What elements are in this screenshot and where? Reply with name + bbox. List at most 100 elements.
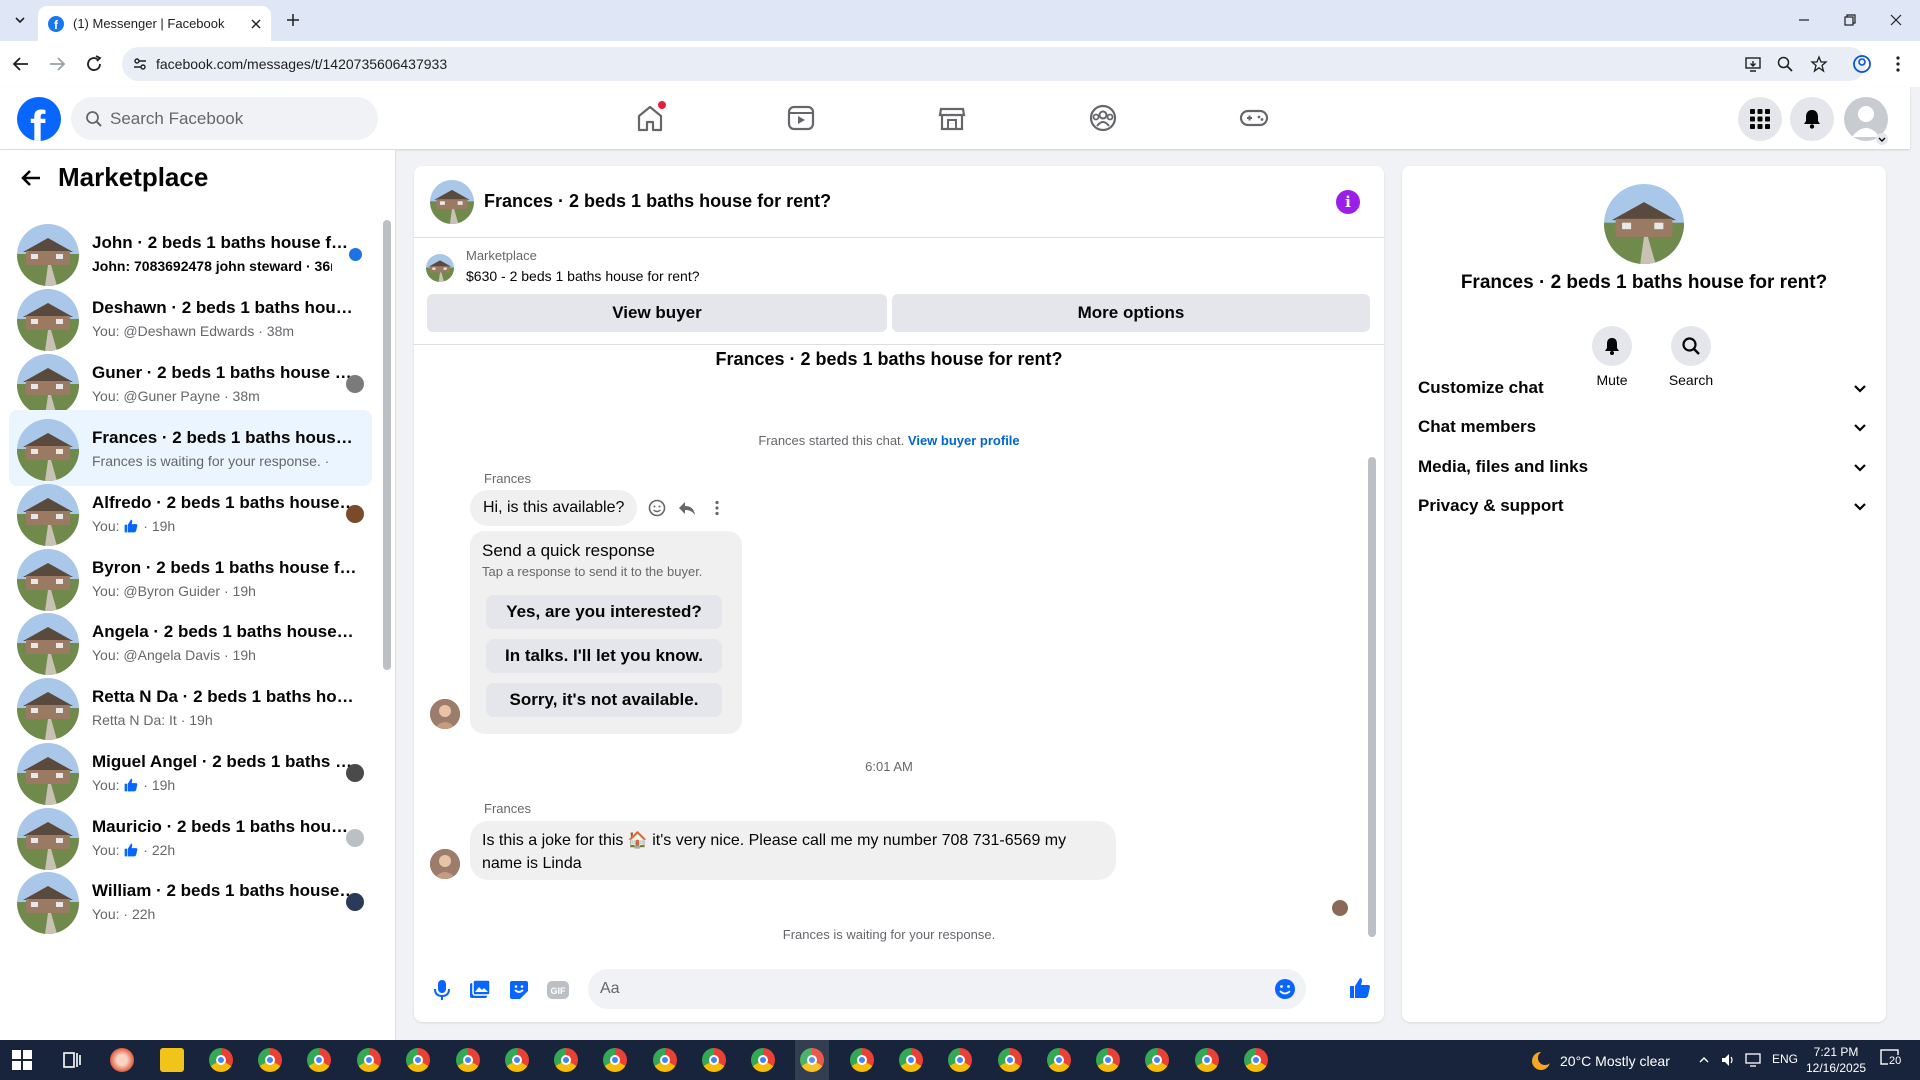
conversation-title: William · 2 beds 1 baths house for rent?: [92, 881, 357, 900]
site-info-icon[interactable]: [132, 56, 148, 72]
language-indicator[interactable]: ENG: [1772, 1052, 1798, 1066]
tab-search-button[interactable]: [9, 9, 31, 31]
quick-reply-button[interactable]: Yes, are you interested?: [486, 595, 722, 629]
chrome-icon[interactable]: [505, 1048, 529, 1072]
chrome-icon[interactable]: [948, 1048, 972, 1072]
quick-reply-button[interactable]: Sorry, it's not available.: [486, 683, 722, 717]
thumbs-up-icon[interactable]: [1348, 976, 1372, 1000]
back-arrow-icon[interactable]: [20, 167, 42, 189]
network-icon[interactable]: [1745, 1052, 1763, 1068]
marketplace-sidebar: Marketplace John · 2 beds 1 baths house …: [0, 150, 396, 1040]
forward-arrow-icon[interactable]: [45, 52, 69, 76]
view-buyer-button[interactable]: View buyer: [427, 294, 887, 332]
chrome-icon[interactable]: [554, 1048, 578, 1072]
sender-avatar[interactable]: [430, 699, 460, 729]
groups-icon[interactable]: [1086, 101, 1120, 135]
notifications-button[interactable]: [1790, 97, 1834, 141]
windows-start-icon[interactable]: [12, 1050, 32, 1070]
chrome-icon[interactable]: [1195, 1048, 1219, 1072]
kebab-menu-icon[interactable]: [1886, 52, 1910, 76]
chrome-icon[interactable]: [1047, 1048, 1071, 1072]
marketplace-icon[interactable]: [935, 101, 969, 135]
chrome-icon[interactable]: [702, 1048, 726, 1072]
chevron-up-icon[interactable]: [1698, 1054, 1710, 1066]
restore-icon[interactable]: [1838, 8, 1862, 32]
chrome-icon[interactable]: [258, 1048, 282, 1072]
chrome-icon[interactable]: [850, 1048, 874, 1072]
chrome-icon[interactable]: [751, 1048, 775, 1072]
close-icon[interactable]: [251, 19, 261, 29]
new-tab-plus-icon[interactable]: [282, 9, 304, 31]
listing-thumbnail[interactable]: [426, 254, 454, 282]
profile-icon[interactable]: [1850, 52, 1874, 76]
notification-center-button[interactable]: 20: [1880, 1049, 1903, 1069]
chrome-icon[interactable]: [899, 1048, 923, 1072]
chrome-icon[interactable]: [653, 1048, 677, 1072]
details-section-row[interactable]: Privacy & support: [1418, 486, 1868, 526]
read-receipt-avatar: [1332, 900, 1348, 916]
zoom-icon[interactable]: [1776, 55, 1794, 73]
chrome-icon[interactable]: [456, 1048, 480, 1072]
message-bubble[interactable]: Hi, is this available?: [470, 490, 638, 526]
microphone-icon[interactable]: [430, 978, 454, 1002]
info-icon[interactable]: i: [1336, 190, 1360, 214]
chrome-icon[interactable]: [209, 1048, 233, 1072]
listing-avatar[interactable]: [1604, 184, 1684, 264]
minimize-icon[interactable]: [1792, 8, 1816, 32]
sticker-icon[interactable]: [507, 978, 531, 1002]
details-section-row[interactable]: Media, files and links: [1418, 447, 1868, 487]
chrome-icon[interactable]: [406, 1048, 430, 1072]
chat-started-notice: Frances started this chat. View buyer pr…: [414, 433, 1364, 448]
chat-scrollbar[interactable]: [1368, 457, 1376, 937]
bookmark-star-icon[interactable]: [1810, 55, 1828, 73]
message-bubble[interactable]: Is this a joke for this 🏠 it's very nice…: [470, 821, 1116, 880]
conversation-item[interactable]: William · 2 beds 1 baths house for rent?…: [9, 863, 372, 939]
menu-grid-button[interactable]: [1738, 97, 1782, 141]
sender-avatar[interactable]: [430, 849, 460, 879]
home-icon[interactable]: [633, 101, 667, 135]
chrome-icon[interactable]: [357, 1048, 381, 1072]
app-icon[interactable]: [110, 1048, 134, 1072]
video-icon[interactable]: [784, 101, 818, 135]
message-input[interactable]: Aa: [588, 969, 1306, 1009]
react-emoji-icon[interactable]: [648, 499, 666, 517]
file-explorer-icon[interactable]: [160, 1048, 184, 1072]
task-view-icon[interactable]: [62, 1050, 82, 1070]
clock[interactable]: 7:21 PM 12/16/2025: [1806, 1044, 1866, 1076]
chrome-icon[interactable]: [1145, 1048, 1169, 1072]
search-placeholder: Search Facebook: [110, 109, 244, 128]
speaker-icon[interactable]: [1720, 1052, 1736, 1068]
weather-widget[interactable]: 20°C Mostly clear: [1530, 1050, 1670, 1072]
window-close-icon[interactable]: [1884, 8, 1908, 32]
emoji-icon[interactable]: [1274, 978, 1296, 1000]
reload-icon[interactable]: [82, 52, 106, 76]
photo-icon[interactable]: [468, 978, 492, 1002]
details-section-row[interactable]: Chat members: [1418, 407, 1868, 447]
chrome-icon[interactable]: [307, 1048, 331, 1072]
install-app-icon[interactable]: [1744, 55, 1762, 73]
gaming-icon[interactable]: [1237, 101, 1271, 135]
chat-avatar[interactable]: [430, 180, 474, 224]
chevron-down-icon[interactable]: [1876, 133, 1888, 145]
facebook-search-input[interactable]: Search Facebook: [71, 97, 378, 140]
reply-icon[interactable]: [678, 499, 696, 517]
chrome-icon[interactable]: [1244, 1048, 1268, 1072]
more-vertical-icon[interactable]: [708, 499, 726, 517]
conversation-avatar: [17, 678, 79, 740]
facebook-logo-icon[interactable]: f: [17, 97, 61, 141]
sidebar-scrollbar[interactable]: [383, 220, 391, 670]
chrome-icon[interactable]: [603, 1048, 627, 1072]
listing-price-title[interactable]: $630 - 2 beds 1 baths house for rent?: [466, 268, 700, 284]
chat-title[interactable]: Frances · 2 beds 1 baths house for rent?: [484, 191, 831, 212]
chrome-icon[interactable]: [998, 1048, 1022, 1072]
back-arrow-icon[interactable]: [9, 52, 33, 76]
chrome-icon[interactable]: [1096, 1048, 1120, 1072]
gif-icon[interactable]: GIF: [546, 978, 570, 1002]
more-options-button[interactable]: More options: [892, 294, 1370, 332]
quick-reply-button[interactable]: In talks. I'll let you know.: [486, 639, 722, 673]
details-section-row[interactable]: Customize chat: [1418, 368, 1868, 408]
browser-tab-active[interactable]: f (1) Messenger | Facebook: [38, 6, 271, 41]
conversation-title: Byron · 2 beds 1 baths house for rent?: [92, 558, 357, 577]
view-buyer-profile-link[interactable]: View buyer profile: [908, 433, 1020, 448]
address-bar[interactable]: facebook.com/messages/t/1420735606437933: [122, 47, 1866, 81]
